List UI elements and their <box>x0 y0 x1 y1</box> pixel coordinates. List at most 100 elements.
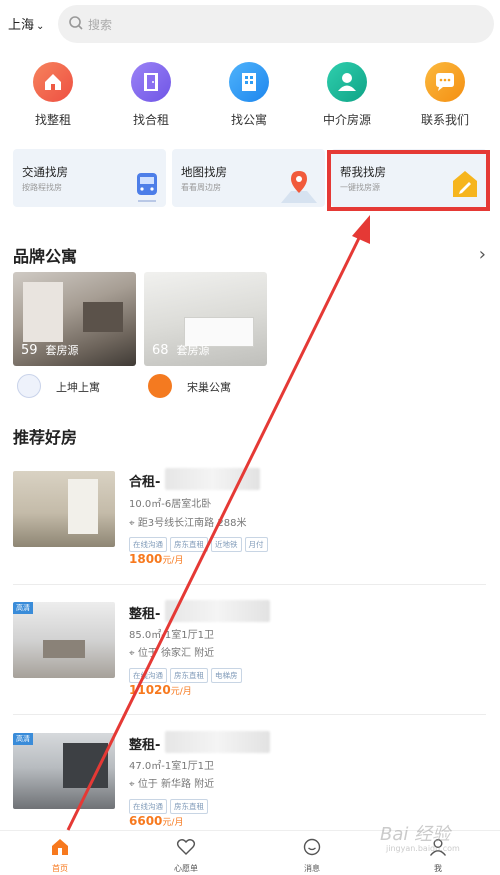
price-value: 1800 <box>129 552 163 566</box>
feature-card-transit[interactable]: 交通找房 按路程找房 <box>13 149 166 207</box>
message-icon <box>303 838 321 856</box>
listing-title: 整租- <box>129 607 161 622</box>
divider <box>13 714 486 715</box>
listing-location: ⌖ 位于 徐家汇 附近 <box>129 644 214 659</box>
listing-photo-detail <box>63 743 108 788</box>
listing-tag: 月付 <box>244 537 268 552</box>
listing-tag: 在线沟通 <box>129 799 167 814</box>
listing-price: 11020元/月 <box>129 683 192 697</box>
category-row: 找整租 找合租 找公寓 中介房源 联系我们 <box>0 62 500 132</box>
recommend-section-title: 推荐好房 <box>13 428 78 447</box>
location-text: 位于 徐家汇 附近 <box>137 648 215 659</box>
brand-logo-icon <box>17 374 41 398</box>
hd-badge: 高清 <box>13 733 33 745</box>
redacted-text <box>165 468 260 490</box>
city-selector[interactable]: 上海 ⌄ <box>8 14 44 33</box>
listing-tags: 在线沟通 房东直租 近地铁 月付 <box>129 532 271 552</box>
brand-card-songchao[interactable]: 68 套房源 <box>144 272 267 366</box>
search-bar[interactable]: 搜索 <box>58 5 494 43</box>
listing-spec: 47.0㎡-1室1厅1卫 <box>129 761 214 772</box>
price-value: 6600 <box>129 814 163 828</box>
nav-label: 我 <box>434 864 442 873</box>
category-label: 找合租 <box>132 113 169 127</box>
door-icon <box>131 62 171 102</box>
brand-count: 68 套房源 <box>152 342 210 358</box>
feature-card-map[interactable]: 地图找房 看看周边房 <box>172 149 325 207</box>
app-screen: 上海 ⌄ 搜索 找整租 找合租 找公寓 中介房源 联系我们 交通找房 按路程找房… <box>0 0 500 875</box>
nav-label: 心愿单 <box>174 864 198 873</box>
listing-location: ⌖ 距3号线长江南路 288米 <box>129 514 246 529</box>
apartment-photo <box>23 282 63 342</box>
category-whole-rent[interactable]: 找整租 <box>13 62 93 128</box>
listing-thumbnail: 高清 <box>13 602 115 678</box>
nav-messages[interactable]: 消息 <box>282 837 342 874</box>
feature-subtitle: 按路程找房 <box>22 183 62 192</box>
count-unit: 套房源 <box>176 344 210 357</box>
feature-title: 交通找房 <box>22 165 68 179</box>
listing-tag: 房东直租 <box>170 537 208 552</box>
hd-badge: 高清 <box>13 602 33 614</box>
listing-tag: 在线沟通 <box>129 668 167 683</box>
redacted-text <box>165 731 270 753</box>
agent-icon <box>327 62 367 102</box>
map-pin-icon <box>281 171 317 203</box>
listing-location: ⌖ 位于 新华路 附近 <box>129 775 214 790</box>
category-label: 中介房源 <box>322 113 371 127</box>
brand-count: 59 套房源 <box>21 342 79 358</box>
listing-spec: 10.0㎡-6居室北卧 <box>129 499 212 510</box>
highlight-box <box>327 150 490 211</box>
listing-tag: 在线沟通 <box>129 537 167 552</box>
listing-photo-detail <box>43 640 85 658</box>
home-icon <box>52 839 68 855</box>
category-shared-rent[interactable]: 找合租 <box>111 62 191 128</box>
listing-price: 1800元/月 <box>129 552 183 566</box>
building-icon <box>229 62 269 102</box>
location-text: 距3号线长江南路 288米 <box>137 518 247 529</box>
brand-card-shangkun[interactable]: 59 套房源 <box>13 272 136 366</box>
category-contact[interactable]: 联系我们 <box>405 62 485 128</box>
search-icon <box>69 16 83 30</box>
divider <box>13 584 486 585</box>
nav-label: 消息 <box>304 864 320 873</box>
chevron-right-icon[interactable]: › <box>479 244 486 265</box>
feature-title: 地图找房 <box>181 165 227 179</box>
price-value: 11020 <box>129 683 171 697</box>
count-unit: 套房源 <box>45 344 79 357</box>
listing-tag: 房东直租 <box>170 799 208 814</box>
watermark: Bai 经验 <box>380 824 451 845</box>
listing-thumbnail <box>13 471 115 547</box>
location-text: 位于 新华路 附近 <box>137 779 215 790</box>
listing-tags: 在线沟通 房东直租 电梯房 <box>129 663 245 683</box>
nav-home[interactable]: 首页 <box>30 837 90 874</box>
category-agent[interactable]: 中介房源 <box>307 62 387 128</box>
city-label: 上海 <box>8 18 35 33</box>
category-label: 找公寓 <box>230 113 267 127</box>
listing-tag: 电梯房 <box>211 668 242 683</box>
chevron-down-icon: ⌄ <box>36 21 45 32</box>
nav-label: 首页 <box>52 864 68 873</box>
count-value: 68 <box>152 343 169 358</box>
count-value: 59 <box>21 343 38 358</box>
category-label: 联系我们 <box>420 113 469 127</box>
brand-name[interactable]: 宋巢公寓 <box>187 379 231 395</box>
listing-photo-detail <box>68 479 98 534</box>
location-pin-icon: ⌖ <box>129 518 138 529</box>
listing-tag: 房东直租 <box>170 668 208 683</box>
house-icon <box>33 62 73 102</box>
brand-name[interactable]: 上坤上寓 <box>56 379 100 395</box>
listing-tags: 在线沟通 房东直租 <box>129 794 211 814</box>
price-unit: 元/月 <box>162 556 184 566</box>
listing-spec: 85.0㎡-1室1厅1卫 <box>129 630 214 641</box>
category-apartment[interactable]: 找公寓 <box>209 62 289 128</box>
brand-logo-icon <box>148 374 172 398</box>
price-unit: 元/月 <box>170 687 192 697</box>
listing-thumbnail: 高清 <box>13 733 115 809</box>
feature-subtitle: 看看周边房 <box>181 183 221 192</box>
top-bar: 上海 ⌄ 搜索 <box>0 0 500 48</box>
location-pin-icon: ⌖ <box>129 648 138 659</box>
search-placeholder: 搜索 <box>88 18 113 32</box>
location-pin-icon: ⌖ <box>129 779 138 790</box>
listing-tag: 近地铁 <box>211 537 242 552</box>
nav-wishlist[interactable]: 心愿单 <box>156 837 216 874</box>
train-icon <box>137 173 157 202</box>
